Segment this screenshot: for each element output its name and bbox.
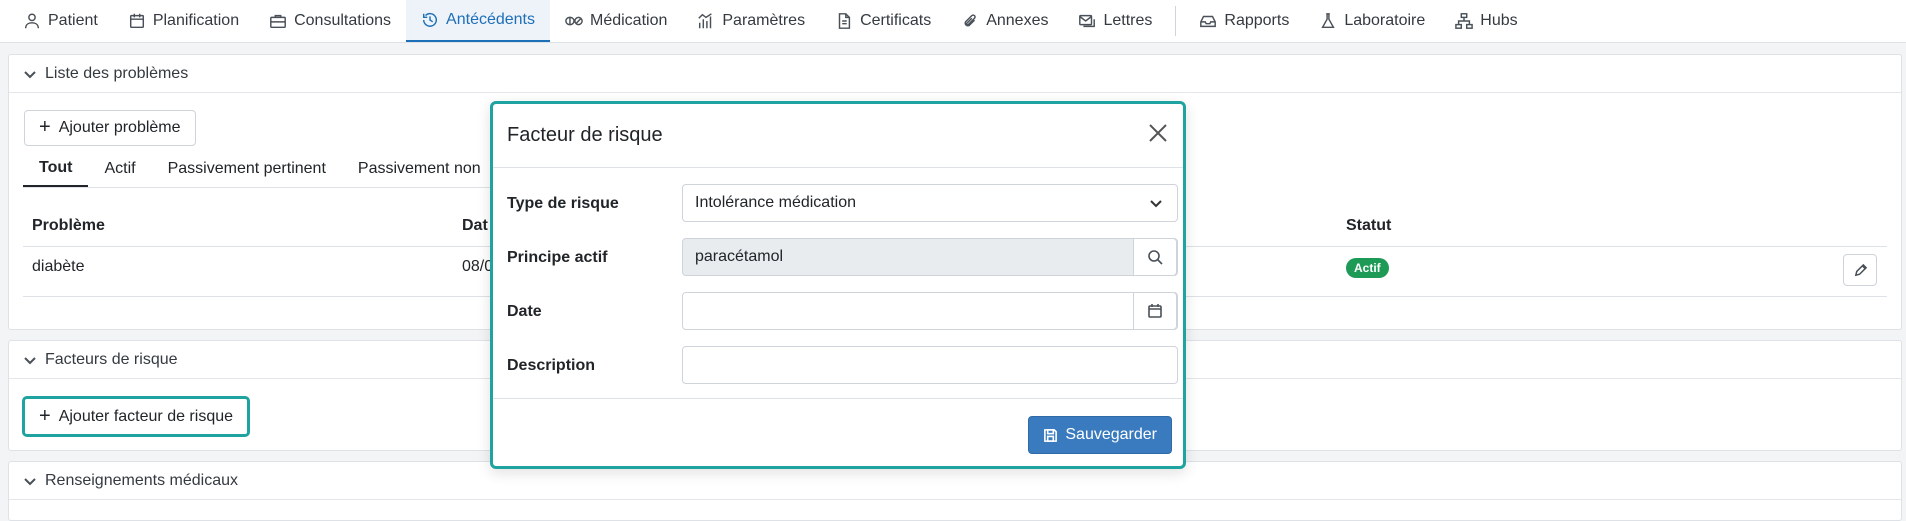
description-field[interactable]	[682, 346, 1178, 384]
close-button[interactable]	[1147, 122, 1173, 148]
tab-label: Rapports	[1224, 12, 1290, 29]
tab-consultations[interactable]: Consultations	[254, 0, 406, 42]
document-icon	[838, 13, 851, 29]
search-icon	[1148, 250, 1163, 265]
save-button[interactable]: Sauvegarder	[1028, 416, 1172, 454]
tab-hubs[interactable]: Hubs	[1440, 0, 1532, 42]
pills-icon	[565, 16, 583, 26]
flask-icon	[1321, 13, 1335, 29]
calendar-button[interactable]	[1133, 292, 1177, 330]
tab-label: Annexes	[986, 12, 1049, 29]
column-header-status: Statut	[1346, 217, 1392, 234]
chevron-down-icon	[1149, 196, 1163, 215]
envelope-icon	[1079, 14, 1096, 28]
dialog-title: Facteur de risque	[507, 124, 663, 146]
status-badge: Actif	[1346, 258, 1389, 278]
active-ingredient-field[interactable]: paracétamol	[682, 238, 1178, 276]
filter-tab-all[interactable]: Tout	[23, 150, 89, 187]
tab-label: Certificats	[860, 12, 932, 29]
edit-button[interactable]	[1843, 254, 1877, 286]
active-ingredient-label: Principe actif	[507, 249, 608, 266]
risk-type-value: Intolérance médication	[695, 194, 856, 211]
active-ingredient-value: paracétamol	[695, 248, 784, 265]
button-label: Ajouter facteur de risque	[58, 407, 234, 425]
paperclip-icon	[964, 14, 976, 27]
tab-annexes[interactable]: Annexes	[946, 0, 1063, 42]
panel-title: Facteurs de risque	[45, 350, 178, 368]
tab-label: Lettres	[1103, 12, 1153, 29]
briefcase-icon	[270, 14, 287, 29]
floppy-disk-icon	[1044, 428, 1058, 442]
filter-tab-passive-not[interactable]: Passivement non	[342, 150, 497, 187]
date-cell: 08/0	[462, 258, 494, 275]
tab-label: Paramètres	[722, 12, 806, 29]
tab-certificats[interactable]: Certificats	[820, 0, 946, 42]
dialog-header: Facteur de risque	[493, 104, 1183, 168]
dialog-footer-divider	[493, 398, 1183, 399]
user-icon	[24, 13, 40, 29]
description-label: Description	[507, 357, 596, 374]
tab-label: Planification	[152, 12, 240, 29]
problem-filter-tabs: Tout Actif Passivement pertinent Passive…	[23, 150, 497, 188]
plus-icon: +	[39, 404, 51, 427]
filter-tab-passive-relevant[interactable]: Passivement pertinent	[152, 150, 342, 187]
risk-factor-dialog: Facteur de risque Type de risque Intolér…	[490, 101, 1186, 469]
chevron-down-icon	[24, 356, 36, 364]
risk-type-label: Type de risque	[507, 195, 619, 212]
tab-label: Patient	[48, 12, 98, 29]
button-label: Ajouter problème	[58, 119, 181, 136]
history-icon	[423, 12, 438, 27]
calendar-icon	[1148, 304, 1162, 318]
tab-medication[interactable]: Médication	[550, 0, 682, 42]
nav-divider	[1175, 6, 1177, 36]
column-header-problem: Problème	[32, 217, 105, 234]
chevron-down-icon	[24, 477, 36, 485]
problems-panel-header[interactable]: Liste des problèmes	[9, 55, 1901, 93]
plus-icon: +	[39, 116, 51, 138]
tab-label: Antécédents	[446, 11, 535, 28]
chevron-down-icon	[24, 70, 36, 78]
risk-type-select[interactable]: Intolérance médication	[682, 184, 1178, 222]
search-button[interactable]	[1133, 238, 1177, 276]
filter-tab-active[interactable]: Actif	[88, 150, 151, 187]
problem-cell: diabète	[32, 258, 85, 275]
tab-laboratoire[interactable]: Laboratoire	[1304, 0, 1440, 42]
tab-label: Hubs	[1480, 12, 1518, 29]
tab-planification[interactable]: Planification	[113, 0, 254, 42]
date-field[interactable]	[682, 292, 1178, 330]
add-problem-button[interactable]: + Ajouter problème	[24, 110, 196, 146]
tab-antecedents[interactable]: Antécédents	[406, 0, 550, 42]
close-icon	[1149, 124, 1167, 142]
chart-icon	[698, 13, 713, 29]
tab-label: Laboratoire	[1344, 12, 1426, 29]
tab-label: Consultations	[294, 12, 392, 29]
main-nav: Patient Planification Consultations Anté…	[0, 0, 1906, 43]
column-header-date: Dat	[462, 217, 488, 234]
button-label: Sauvegarder	[1065, 426, 1157, 443]
medical-info-panel: Renseignements médicaux	[8, 461, 1902, 521]
tab-patient[interactable]: Patient	[8, 0, 113, 42]
calendar-icon	[129, 13, 144, 29]
date-label: Date	[507, 303, 542, 320]
inbox-icon	[1200, 15, 1217, 28]
tab-lettres[interactable]: Lettres	[1063, 0, 1167, 42]
panel-title: Renseignements médicaux	[45, 471, 238, 489]
panel-title: Liste des problèmes	[45, 64, 189, 82]
pencil-icon	[1854, 263, 1867, 276]
tab-rapports[interactable]: Rapports	[1184, 0, 1304, 42]
tab-parametres[interactable]: Paramètres	[682, 0, 820, 42]
tab-label: Médication	[590, 12, 668, 29]
network-icon	[1455, 13, 1474, 29]
add-risk-factor-button[interactable]: + Ajouter facteur de risque	[22, 396, 251, 437]
